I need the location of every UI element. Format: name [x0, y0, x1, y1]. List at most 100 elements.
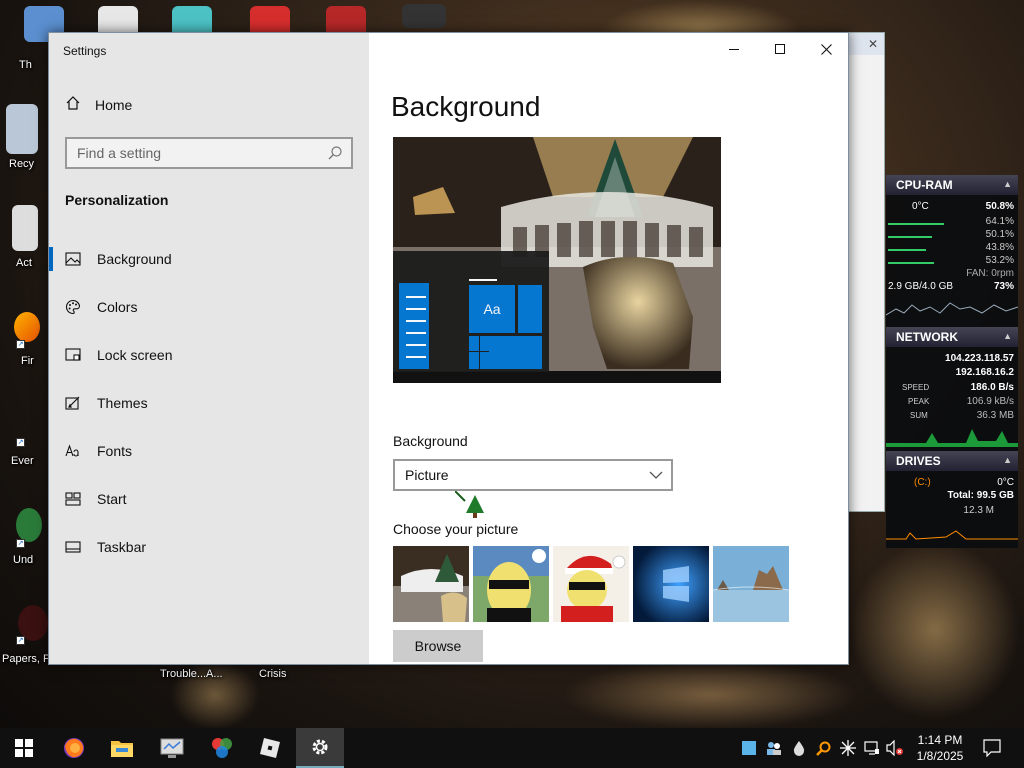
maximize-button[interactable] — [757, 33, 803, 65]
search-input[interactable] — [77, 145, 317, 161]
chevron-down-icon — [649, 468, 663, 485]
desktop-label-action[interactable]: Act — [16, 257, 32, 269]
action-icon[interactable] — [12, 205, 38, 251]
close-icon[interactable]: ✕ — [868, 37, 878, 51]
nav-item-background[interactable]: Background — [49, 235, 369, 283]
desktop-label-undertale[interactable]: Und — [13, 554, 33, 566]
preview-tile-aa: Aa — [469, 285, 515, 333]
minimize-button[interactable] — [711, 33, 757, 65]
background-type-label: Background — [393, 433, 468, 449]
drive-total: Total: 99.5 GB — [947, 490, 1015, 501]
recycle-bin-icon[interactable] — [6, 104, 38, 154]
settings-icon — [312, 739, 328, 755]
fan-speed: FAN: 0rpm — [966, 268, 1014, 279]
background-window-titlebar[interactable] — [848, 33, 884, 55]
thumbnail-christmas-market[interactable] — [393, 546, 469, 622]
background-type-value: Picture — [405, 467, 449, 483]
collapse-arrow-icon[interactable]: ▲ — [1003, 331, 1012, 341]
system-clock[interactable]: 1:14 PM 1/8/2025 — [905, 732, 975, 764]
browse-button[interactable]: Browse — [393, 630, 483, 662]
drive-used: 12.3 M — [963, 505, 994, 516]
core-2: 50.1% — [985, 229, 1014, 240]
app-icon-top-6[interactable] — [402, 4, 446, 28]
taskbar-icon — [65, 539, 81, 555]
background-preview: Aa — [393, 137, 721, 383]
drives-header[interactable]: DRIVES ▲ — [886, 451, 1018, 471]
themes-icon — [65, 395, 81, 411]
desktop-label-papers-please[interactable]: Papers, P — [2, 653, 50, 665]
network-graph — [886, 429, 1018, 447]
search-box[interactable] — [65, 137, 353, 169]
thumbnail-cartoon-santa[interactable] — [553, 546, 629, 622]
nav-item-start[interactable]: Start — [49, 475, 369, 523]
background-type-dropdown[interactable]: Picture — [393, 459, 673, 491]
firefox-icon[interactable] — [14, 312, 40, 342]
start-button[interactable] — [0, 728, 48, 768]
cpu-ram-header[interactable]: CPU-RAM ▲ — [886, 175, 1018, 195]
collapse-arrow-icon[interactable]: ▲ — [1003, 179, 1012, 189]
taskbar-file-explorer[interactable] — [98, 728, 146, 768]
window-title: Settings — [63, 44, 107, 58]
shortcut-arrow-icon: ↗ — [16, 340, 25, 349]
nav-label: Lock screen — [97, 347, 173, 363]
nav-label: Fonts — [97, 443, 133, 459]
tray-volume-muted-icon[interactable] — [886, 739, 903, 757]
tray-search-icon[interactable] — [816, 740, 832, 756]
taskbar-system-info[interactable] — [148, 728, 196, 768]
nav-item-taskbar[interactable]: Taskbar — [49, 523, 369, 571]
collapse-arrow-icon[interactable]: ▲ — [1003, 455, 1012, 465]
thumbnail-beach[interactable] — [713, 546, 789, 622]
cpu-ram-title: CPU-RAM — [896, 178, 953, 192]
taskbar-colorful-app[interactable] — [198, 728, 246, 768]
page-title: Background — [391, 91, 541, 122]
desktop-label-crisis[interactable]: Crisis — [259, 668, 287, 680]
taskbar-roblox[interactable] — [246, 728, 294, 768]
wallpaper-ground-glow — [560, 660, 860, 730]
nav-label: Start — [97, 491, 127, 507]
windows-start-icon — [15, 739, 33, 757]
network-speed: 186.0 B/s — [970, 382, 1014, 393]
drive-temp: 0°C — [997, 477, 1014, 488]
taskbar-firefox[interactable] — [50, 728, 98, 768]
home-link[interactable]: Home — [65, 95, 132, 114]
desktop-label-this-pc[interactable]: Th — [19, 59, 32, 71]
wallpaper-bear-glow — [850, 540, 1020, 720]
tray-monitor-icon[interactable] — [742, 741, 756, 755]
settings-window[interactable]: Settings Home Personalization Background — [48, 32, 849, 665]
roblox-icon — [260, 738, 280, 758]
palette-icon — [65, 299, 81, 315]
section-title: Personalization — [65, 192, 169, 208]
desktop-label-trouble[interactable]: Trouble...A... — [160, 668, 223, 680]
network-header[interactable]: NETWORK ▲ — [886, 327, 1018, 347]
undertale-icon[interactable] — [16, 508, 42, 542]
tray-network-icon[interactable] — [864, 740, 880, 756]
speed-label: SPEED — [902, 383, 930, 392]
desktop-label-firefox[interactable]: Fir — [21, 355, 34, 367]
tray-people-icon[interactable] — [766, 740, 782, 756]
thumbnail-cartoon-1[interactable] — [473, 546, 549, 622]
nav-item-colors[interactable]: Colors — [49, 283, 369, 331]
tray-snowflake-icon[interactable] — [840, 740, 856, 756]
nav-label: Taskbar — [97, 539, 147, 555]
start-icon — [65, 491, 81, 507]
desktop-label-evernote[interactable]: Ever — [11, 455, 34, 467]
cpu-graph — [886, 302, 1018, 316]
thumbnail-windows-logo[interactable] — [633, 546, 709, 622]
desktop-label-recycle-bin[interactable]: Recy — [9, 158, 34, 170]
drive-graph — [886, 530, 1018, 540]
tray-drop-icon[interactable] — [792, 740, 808, 756]
search-icon[interactable] — [327, 145, 343, 166]
close-button[interactable] — [803, 33, 849, 65]
sum-label: SUM — [910, 411, 928, 420]
action-center-icon[interactable] — [983, 739, 1001, 758]
peak-label: PEAK — [908, 397, 930, 406]
network-peak: 106.9 kB/s — [966, 396, 1014, 407]
nav-item-fonts[interactable]: Fonts — [49, 427, 369, 475]
nav-item-lock-screen[interactable]: Lock screen — [49, 331, 369, 379]
nav-item-themes[interactable]: Themes — [49, 379, 369, 427]
ram-usage: 2.9 GB/4.0 GB — [888, 281, 954, 292]
core-4-bar — [888, 262, 934, 264]
shortcut-arrow-icon: ↗ — [16, 438, 25, 447]
taskbar-settings[interactable] — [296, 728, 344, 768]
preview-tile — [518, 285, 542, 333]
